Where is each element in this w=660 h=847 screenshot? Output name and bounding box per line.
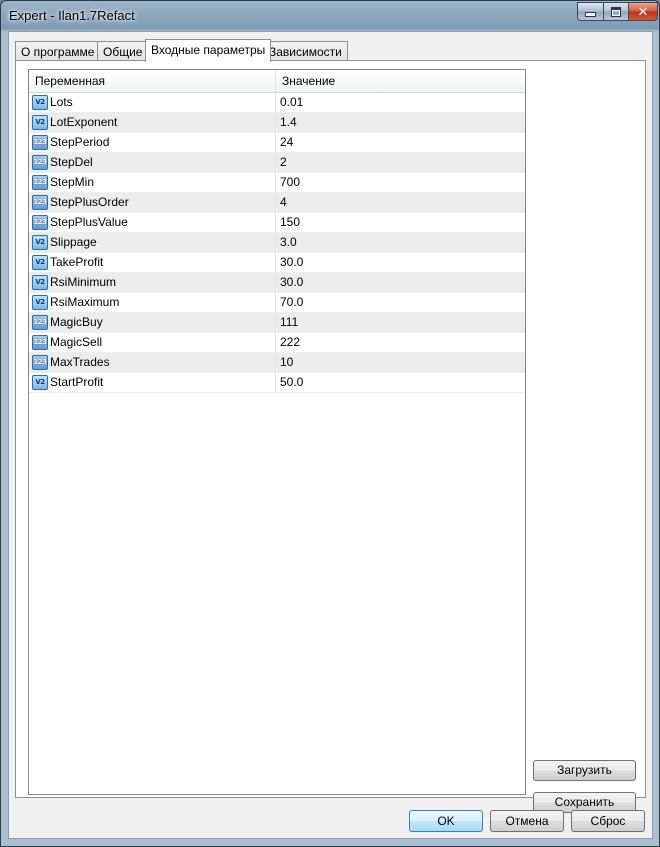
integer-value-icon: 123 — [32, 155, 48, 170]
expert-dialog-window: Expert - Ilan1.7Refact ✕ О программе Общ… — [0, 0, 660, 847]
parameter-name: MaxTrades — [50, 355, 110, 369]
ok-button[interactable]: OK — [409, 810, 483, 832]
column-divider — [275, 373, 276, 392]
parameter-value[interactable]: 3.0 — [280, 233, 520, 252]
column-divider — [275, 173, 276, 192]
parameter-name: RsiMaximum — [50, 295, 120, 309]
column-header-variable[interactable]: Переменная — [29, 70, 276, 92]
integer-value-icon: 123 — [32, 315, 48, 330]
double-value-icon: V2 — [32, 295, 48, 310]
dialog-client-area: О программе Общие Входные параметры Зави… — [8, 31, 653, 839]
grid-rows: V2 Lots 0.01 V2 LotExponent 1.4 123 StepPeriod 2… — [29, 93, 525, 393]
double-value-icon: V2 — [32, 275, 48, 290]
inputs-tab-page: Переменная Значение V2 Lots 0.01 V2 LotExpon… — [15, 60, 646, 813]
maximize-button[interactable] — [603, 2, 629, 21]
parameter-name: StepPlusValue — [50, 215, 128, 229]
parameters-grid[interactable]: Переменная Значение V2 Lots 0.01 V2 LotExpon… — [28, 69, 526, 795]
integer-value-icon: 123 — [32, 175, 48, 190]
column-divider — [275, 233, 276, 252]
load-button[interactable]: Загрузить — [533, 760, 636, 781]
parameter-name: RsiMinimum — [50, 275, 116, 289]
integer-value-icon: 123 — [32, 135, 48, 150]
parameter-name: MagicSell — [50, 335, 103, 349]
parameter-name: LotExponent — [50, 115, 118, 129]
column-divider — [275, 113, 276, 132]
table-row[interactable]: 123 StepDel 2 — [29, 153, 525, 173]
close-icon: ✕ — [637, 4, 649, 19]
window-title: Expert - Ilan1.7Refact — [9, 8, 135, 23]
close-button[interactable]: ✕ — [628, 2, 658, 21]
tab-about[interactable]: О программе — [15, 41, 101, 60]
parameter-value[interactable]: 2 — [280, 153, 520, 172]
column-divider — [275, 153, 276, 172]
double-value-icon: V2 — [32, 115, 48, 130]
column-divider — [275, 273, 276, 292]
tab-dependencies[interactable]: Зависимости — [263, 41, 348, 60]
tab-common[interactable]: Общие — [97, 41, 149, 60]
parameter-value[interactable]: 700 — [280, 173, 520, 192]
column-divider — [275, 293, 276, 312]
tab-inputs[interactable]: Входные параметры — [145, 39, 272, 62]
column-header-value[interactable]: Значение — [276, 70, 525, 92]
cancel-button[interactable]: Отмена — [490, 810, 564, 832]
parameter-value[interactable]: 10 — [280, 353, 520, 372]
table-row[interactable]: 123 StepMin 700 — [29, 173, 525, 193]
parameter-name: Lots — [50, 95, 73, 109]
parameter-value[interactable]: 111 — [280, 313, 520, 332]
double-value-icon: V2 — [32, 235, 48, 250]
parameter-value[interactable]: 30.0 — [280, 273, 520, 292]
parameter-name: StartProfit — [50, 375, 104, 389]
parameter-name: TakeProfit — [50, 255, 104, 269]
parameter-name: StepPeriod — [50, 135, 110, 149]
integer-value-icon: 123 — [32, 335, 48, 350]
double-value-icon: V2 — [32, 255, 48, 270]
column-divider — [275, 133, 276, 152]
minimize-icon — [585, 12, 596, 17]
table-row[interactable]: V2 Slippage 3.0 — [29, 233, 525, 253]
column-divider — [275, 353, 276, 372]
column-divider — [275, 193, 276, 212]
table-row[interactable]: 123 StepPlusValue 150 — [29, 213, 525, 233]
table-row[interactable]: V2 RsiMinimum 30.0 — [29, 273, 525, 293]
parameter-name: Slippage — [50, 235, 97, 249]
column-divider — [275, 213, 276, 232]
table-row[interactable]: 123 StepPlusOrder 4 — [29, 193, 525, 213]
minimize-button[interactable] — [577, 2, 604, 21]
parameter-value[interactable]: 1.4 — [280, 113, 520, 132]
column-divider — [275, 93, 276, 112]
table-row[interactable]: 123 MagicSell 222 — [29, 333, 525, 353]
parameter-name: StepPlusOrder — [50, 195, 129, 209]
maximize-icon — [611, 6, 621, 17]
table-row[interactable]: V2 Lots 0.01 — [29, 93, 525, 113]
parameter-value[interactable]: 0.01 — [280, 93, 520, 112]
column-divider — [275, 253, 276, 272]
parameter-value[interactable]: 70.0 — [280, 293, 520, 312]
parameter-value[interactable]: 4 — [280, 193, 520, 212]
integer-value-icon: 123 — [32, 355, 48, 370]
table-row[interactable]: 123 MaxTrades 10 — [29, 353, 525, 373]
table-row[interactable]: 123 MagicBuy 111 — [29, 313, 525, 333]
parameter-value[interactable]: 150 — [280, 213, 520, 232]
table-row[interactable]: 123 StepPeriod 24 — [29, 133, 525, 153]
table-row[interactable]: V2 RsiMaximum 70.0 — [29, 293, 525, 313]
column-divider — [275, 333, 276, 352]
table-row[interactable]: V2 StartProfit 50.0 — [29, 373, 525, 393]
parameter-value[interactable]: 222 — [280, 333, 520, 352]
title-bar[interactable]: Expert - Ilan1.7Refact ✕ — [1, 1, 659, 31]
grid-header: Переменная Значение — [29, 70, 525, 93]
parameter-value[interactable]: 50.0 — [280, 373, 520, 392]
table-row[interactable]: V2 LotExponent 1.4 — [29, 113, 525, 133]
double-value-icon: V2 — [32, 95, 48, 110]
double-value-icon: V2 — [32, 375, 48, 390]
parameter-value[interactable]: 30.0 — [280, 253, 520, 272]
column-divider — [275, 313, 276, 332]
parameter-name: StepDel — [50, 155, 93, 169]
parameter-name: StepMin — [50, 175, 95, 189]
reset-button[interactable]: Сброс — [571, 810, 645, 832]
parameter-name: MagicBuy — [50, 315, 103, 329]
table-row[interactable]: V2 TakeProfit 30.0 — [29, 253, 525, 273]
integer-value-icon: 123 — [32, 215, 48, 230]
parameter-value[interactable]: 24 — [280, 133, 520, 152]
integer-value-icon: 123 — [32, 195, 48, 210]
